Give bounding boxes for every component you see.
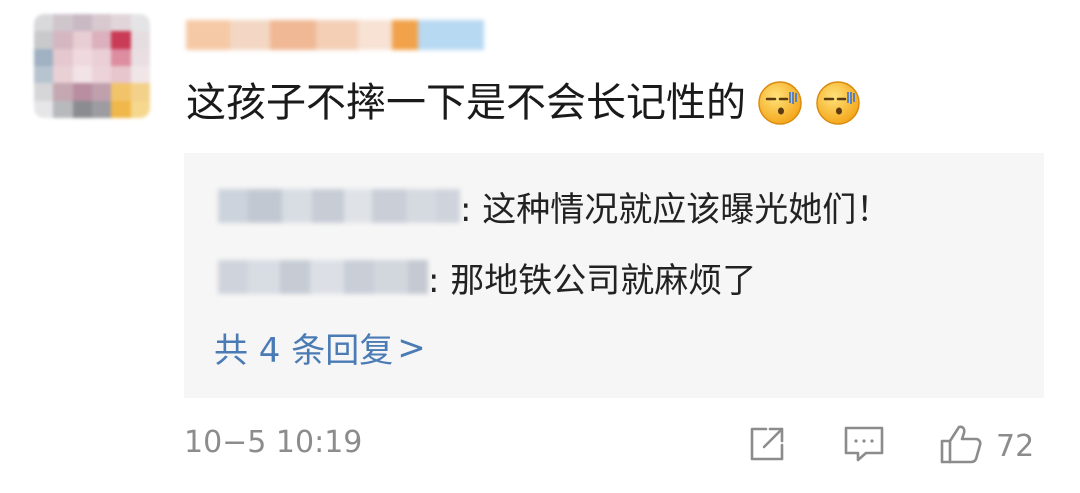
view-all-replies-link[interactable]: 共 4 条回复 >	[214, 323, 426, 372]
reply-item[interactable]: : 那地铁公司就麻烦了	[218, 257, 756, 301]
smirk-emoji-icon	[814, 79, 862, 127]
avatar[interactable]	[34, 14, 150, 118]
reply-item[interactable]: : 这种情况就应该曝光她们！	[218, 186, 890, 230]
share-button[interactable]	[746, 424, 788, 468]
username[interactable]	[186, 14, 484, 56]
smirk-emoji-icon	[756, 79, 804, 127]
reply-text: : 这种情况就应该曝光她们！	[460, 189, 891, 230]
reply-text: : 那地铁公司就麻烦了	[428, 260, 757, 301]
reply-username[interactable]	[218, 189, 460, 223]
timestamp: 10−5 10:19	[184, 425, 363, 460]
share-icon	[746, 423, 788, 469]
reply-username[interactable]	[218, 260, 428, 294]
comment-text: 这孩子不摔一下是不会长记性的	[186, 80, 746, 126]
chevron-right-icon: >	[397, 327, 426, 368]
like-count: 72	[996, 428, 1035, 464]
comment-body: 这孩子不摔一下是不会长记性的	[186, 76, 862, 130]
comment-icon	[842, 423, 886, 469]
like-button[interactable]: 72	[938, 424, 1034, 468]
comment-button[interactable]	[842, 424, 886, 468]
thumbs-up-icon	[938, 422, 984, 470]
view-all-replies-label: 共 4 条回复	[214, 331, 394, 371]
reply-preview-box[interactable]: : 这种情况就应该曝光她们！ : 那地铁公司就麻烦了 共 4 条回复 >	[184, 153, 1044, 398]
